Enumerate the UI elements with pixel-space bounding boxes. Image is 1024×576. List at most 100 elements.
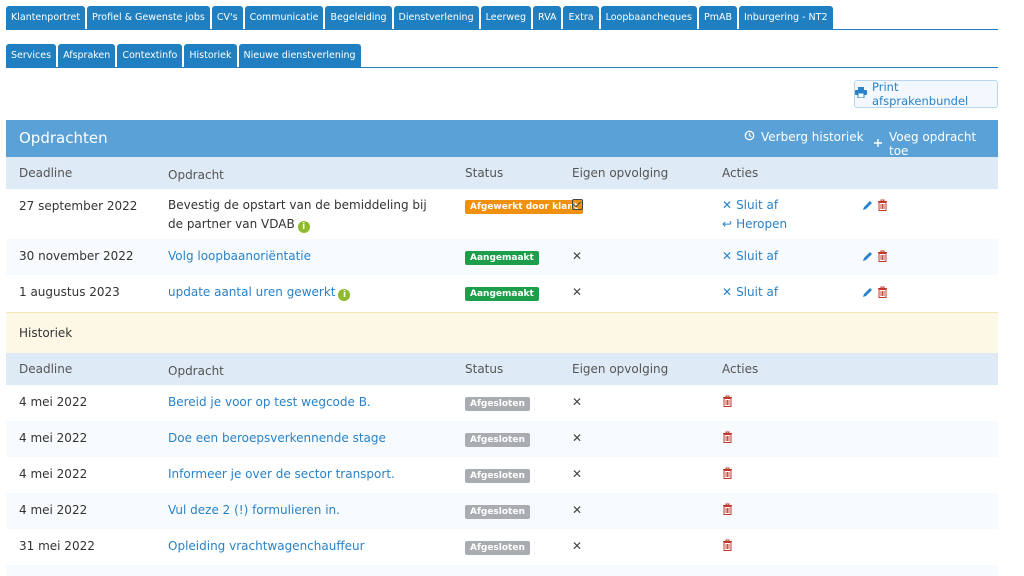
col-deadline: Deadline	[19, 166, 73, 180]
x-icon: ✕	[572, 467, 583, 481]
acties-cell: ✕ Sluit af ↩ Heropen	[722, 196, 787, 234]
status-badge: Afgesloten	[465, 433, 530, 447]
x-icon: ✕	[722, 285, 733, 299]
reopen-action-link[interactable]: ↩ Heropen	[722, 215, 787, 234]
tab-dienstverlening[interactable]: Dienstverlening	[393, 6, 479, 29]
trash-icon[interactable]	[722, 395, 733, 407]
tab-services[interactable]: Services	[6, 44, 57, 67]
tab-klantenportret[interactable]: Klantenportret	[6, 6, 86, 29]
history-row: 4 mei 2022 Vul deze 2 (!) formulieren in…	[6, 493, 998, 529]
printer-icon	[855, 87, 867, 101]
tab-pmab[interactable]: PmAB	[698, 6, 737, 29]
close-action-label: Sluit af	[736, 198, 779, 212]
hide-history-label: Verberg historiek	[761, 130, 864, 144]
trash-icon[interactable]	[877, 286, 888, 298]
acties-cell	[722, 431, 733, 446]
tab-profiel-gewenste-jobs[interactable]: Profiel & Gewenste jobs	[87, 6, 210, 29]
reopen-action-label: Heropen	[736, 217, 788, 231]
tab-nieuwe-dienstverlening[interactable]: Nieuwe dienstverlening	[238, 44, 361, 67]
pencil-icon[interactable]	[862, 251, 873, 262]
reply-icon: ↩	[722, 217, 733, 231]
close-action-link[interactable]: ✕ Sluit af	[722, 247, 778, 266]
pencil-icon[interactable]	[862, 200, 873, 211]
opdracht-link[interactable]: Volg loopbaanoriëntatie	[168, 247, 438, 266]
status-badge: Afgesloten	[465, 469, 530, 483]
status-badge: Afgewerkt door klant	[465, 200, 583, 214]
tab-cvs[interactable]: CV's	[211, 6, 243, 29]
x-icon: ✕	[572, 503, 583, 517]
main-tabbar: Klantenportret Profiel & Gewenste jobs C…	[6, 6, 833, 29]
tab-begeleiding[interactable]: Begeleiding	[325, 6, 392, 29]
col-opdracht: Opdracht	[168, 364, 224, 378]
x-icon: ✕	[572, 431, 583, 445]
opdracht-link[interactable]: Informeer je over de sector transport.	[168, 465, 438, 484]
history-row: 4 mei 2022 Informeer je over de sector t…	[6, 457, 998, 493]
trash-icon[interactable]	[877, 250, 888, 262]
info-icon[interactable]: i	[338, 289, 351, 301]
trash-icon[interactable]	[722, 539, 733, 551]
status-cell: Afgesloten	[465, 539, 530, 555]
status-badge: Afgesloten	[465, 505, 530, 519]
table-header: Deadline Opdracht Status Eigen opvolging…	[6, 157, 998, 189]
status-cell: Afgesloten	[465, 395, 530, 411]
status-cell: Afgesloten	[465, 503, 530, 519]
historiek-label: Historiek	[19, 326, 73, 340]
checkbox-checked-icon[interactable]	[572, 199, 583, 210]
tab-extra[interactable]: Extra	[563, 6, 599, 29]
tab-communicatie[interactable]: Communicatie	[244, 6, 324, 29]
trash-icon[interactable]	[722, 503, 733, 515]
col-deadline: Deadline	[19, 362, 73, 376]
panel-title: Opdrachten	[19, 129, 108, 147]
add-opdracht-label: Voeg opdracht toe	[889, 130, 977, 158]
tab-loopbaancheques[interactable]: Loopbaancheques	[600, 6, 697, 29]
opdracht-link[interactable]: Vul deze 2 (!) formulieren in.	[168, 501, 438, 520]
tab-rva[interactable]: RVA	[533, 6, 562, 29]
add-opdracht-button[interactable]: Voeg opdracht toe	[873, 130, 998, 158]
tab-historiek[interactable]: Historiek	[184, 44, 237, 67]
tabbar-divider	[6, 29, 998, 30]
row-edit-actions	[862, 286, 888, 301]
col-eigen-opvolging: Eigen opvolging	[572, 166, 669, 180]
tab-afspraken[interactable]: Afspraken	[58, 44, 116, 67]
acties-cell	[722, 467, 733, 482]
table-row: 1 augustus 2023 update aantal uren gewer…	[6, 275, 998, 312]
tab-leerweg[interactable]: Leerweg	[480, 6, 531, 29]
close-action-link[interactable]: ✕ Sluit af	[722, 283, 778, 302]
history-row-partial	[6, 565, 998, 576]
info-icon[interactable]: i	[297, 221, 310, 233]
history-row: 31 mei 2022 Opleiding vrachtwagenchauffe…	[6, 529, 998, 565]
eigen-opvolging-cell	[572, 199, 583, 213]
acties-cell	[722, 539, 733, 554]
close-action-label: Sluit af	[736, 285, 779, 299]
trash-icon[interactable]	[722, 467, 733, 479]
close-action-link[interactable]: ✕ Sluit af	[722, 196, 787, 215]
status-cell: Aangemaakt	[465, 249, 539, 265]
history-row: 4 mei 2022 Doe een beroepsverkennende st…	[6, 421, 998, 457]
tab-inburgering-nt2[interactable]: Inburgering - NT2	[738, 6, 833, 29]
hide-history-button[interactable]: Verberg historiek	[744, 130, 864, 144]
print-label: Print afsprakenbundel	[872, 80, 969, 108]
col-opdracht: Opdracht	[168, 168, 224, 182]
trash-icon[interactable]	[722, 431, 733, 443]
x-icon: ✕	[572, 285, 583, 299]
sub-tabbar: Services Afspraken Contextinfo Historiek…	[6, 44, 361, 67]
opdracht-cell: Bevestig de opstart van de bemiddeling b…	[168, 196, 438, 234]
tab-contextinfo[interactable]: Contextinfo	[117, 44, 183, 67]
print-button[interactable]: Print afsprakenbundel	[854, 80, 998, 108]
status-badge: Aangemaakt	[465, 287, 539, 301]
trash-icon[interactable]	[877, 199, 888, 211]
opdracht-link[interactable]: Doe een beroepsverkennende stage	[168, 429, 438, 448]
col-status: Status	[465, 362, 504, 376]
deadline-cell: 1 augustus 2023	[19, 285, 120, 299]
opdracht-link[interactable]: update aantal uren gewerkt	[168, 285, 335, 299]
table-row: 30 november 2022 Volg loopbaanoriëntatie…	[6, 239, 998, 275]
panel-header: Opdrachten Verberg historiek Voeg opdrac…	[6, 120, 998, 158]
deadline-cell: 4 mei 2022	[19, 431, 88, 445]
opdracht-link[interactable]: Opleiding vrachtwagenchauffeur	[168, 537, 438, 556]
opdracht-link[interactable]: Bereid je voor op test wegcode B.	[168, 393, 438, 412]
history-row: 4 mei 2022 Bereid je voor op test wegcod…	[6, 385, 998, 421]
status-badge: Aangemaakt	[465, 251, 539, 265]
status-cell: Afgewerkt door klant	[465, 198, 583, 214]
acties-cell: ✕ Sluit af	[722, 283, 778, 302]
pencil-icon[interactable]	[862, 287, 873, 298]
